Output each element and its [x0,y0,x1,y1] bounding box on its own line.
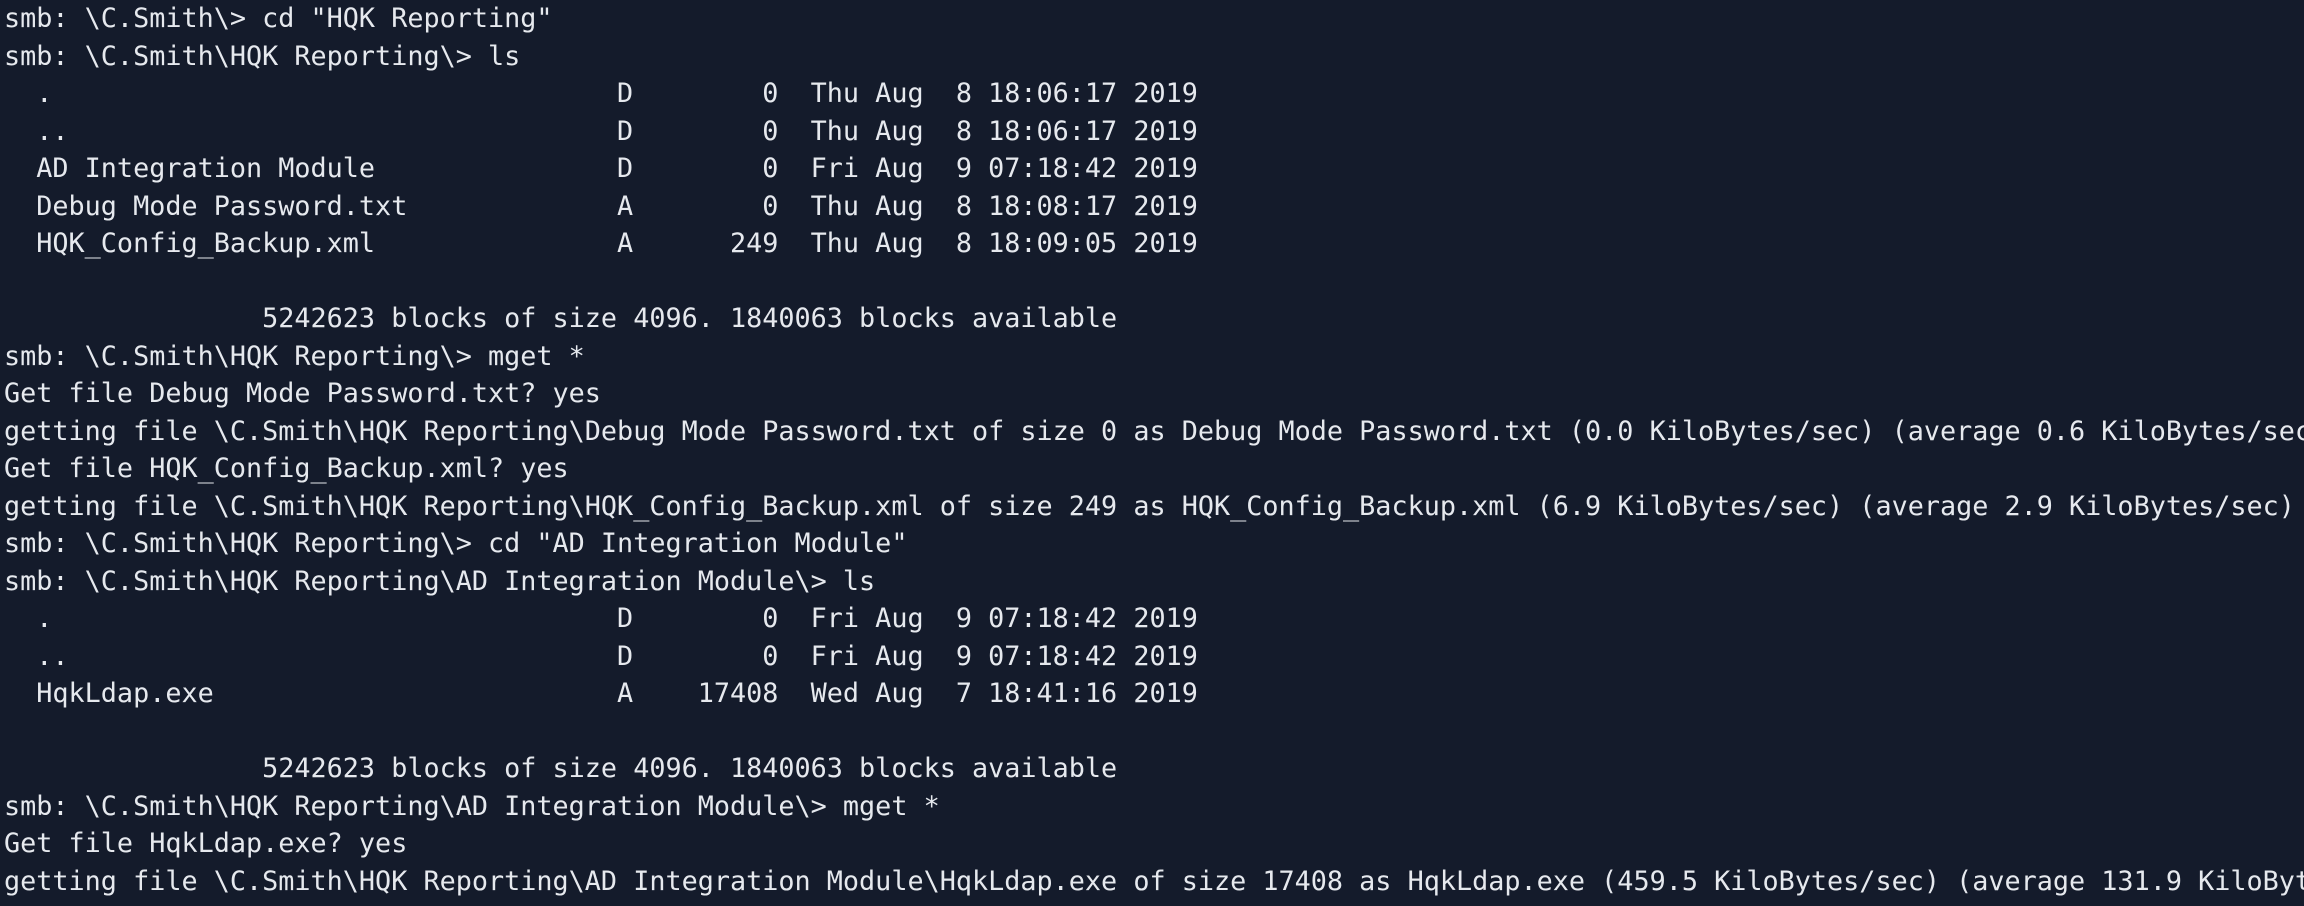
terminal-line: HqkLdap.exe A 17408 Wed Aug 7 18:41:16 2… [4,678,1198,709]
terminal-line: smb: \C.Smith\> cd "HQK Reporting" [4,3,553,34]
terminal-line: Get file Debug Mode Password.txt? yes [4,378,601,409]
terminal-line: smb: \C.Smith\HQK Reporting\AD Integrati… [4,790,940,822]
terminal-line: .. D 0 Fri Aug 9 07:18:42 2019 [4,640,1198,672]
terminal-line: 5242623 blocks of size 4096. 1840063 blo… [4,303,1118,334]
terminal-line: smb: \C.Smith\HQK Reporting\> cd "AD Int… [4,528,908,559]
terminal-line: getting file \C.Smith\HQK Reporting\HQK_… [4,490,2295,522]
terminal-line: 5242623 blocks of size 4096. 1840063 blo… [4,753,1118,784]
terminal-line: getting file \C.Smith\HQK Reporting\AD I… [4,865,2304,897]
terminal-line: getting file \C.Smith\HQK Reporting\Debu… [4,415,2304,447]
terminal-line: Get file HQK_Config_Backup.xml? yes [4,453,569,484]
terminal-line: .. D 0 Thu Aug 8 18:06:17 2019 [4,115,1198,147]
terminal-line: smb: \C.Smith\HQK Reporting\> ls [4,40,521,72]
terminal-line: smb: \C.Smith\HQK Reporting\> mget * [4,340,585,372]
terminal-line: AD Integration Module D 0 Fri Aug 9 07:1… [4,153,1198,184]
terminal-line: HQK_Config_Backup.xml A 249 Thu Aug 8 18… [4,228,1198,259]
terminal-line: Debug Mode Password.txt A 0 Thu Aug 8 18… [4,190,1198,222]
terminal-line: smb: \C.Smith\HQK Reporting\AD Integrati… [4,565,876,597]
terminal-line: Get file HqkLdap.exe? yes [4,828,408,859]
terminal-window[interactable]: smb: \C.Smith\> cd "HQK Reporting" smb: … [0,0,2304,906]
terminal-line: . D 0 Fri Aug 9 07:18:42 2019 [4,603,1198,634]
terminal-line: . D 0 Thu Aug 8 18:06:17 2019 [4,78,1198,109]
